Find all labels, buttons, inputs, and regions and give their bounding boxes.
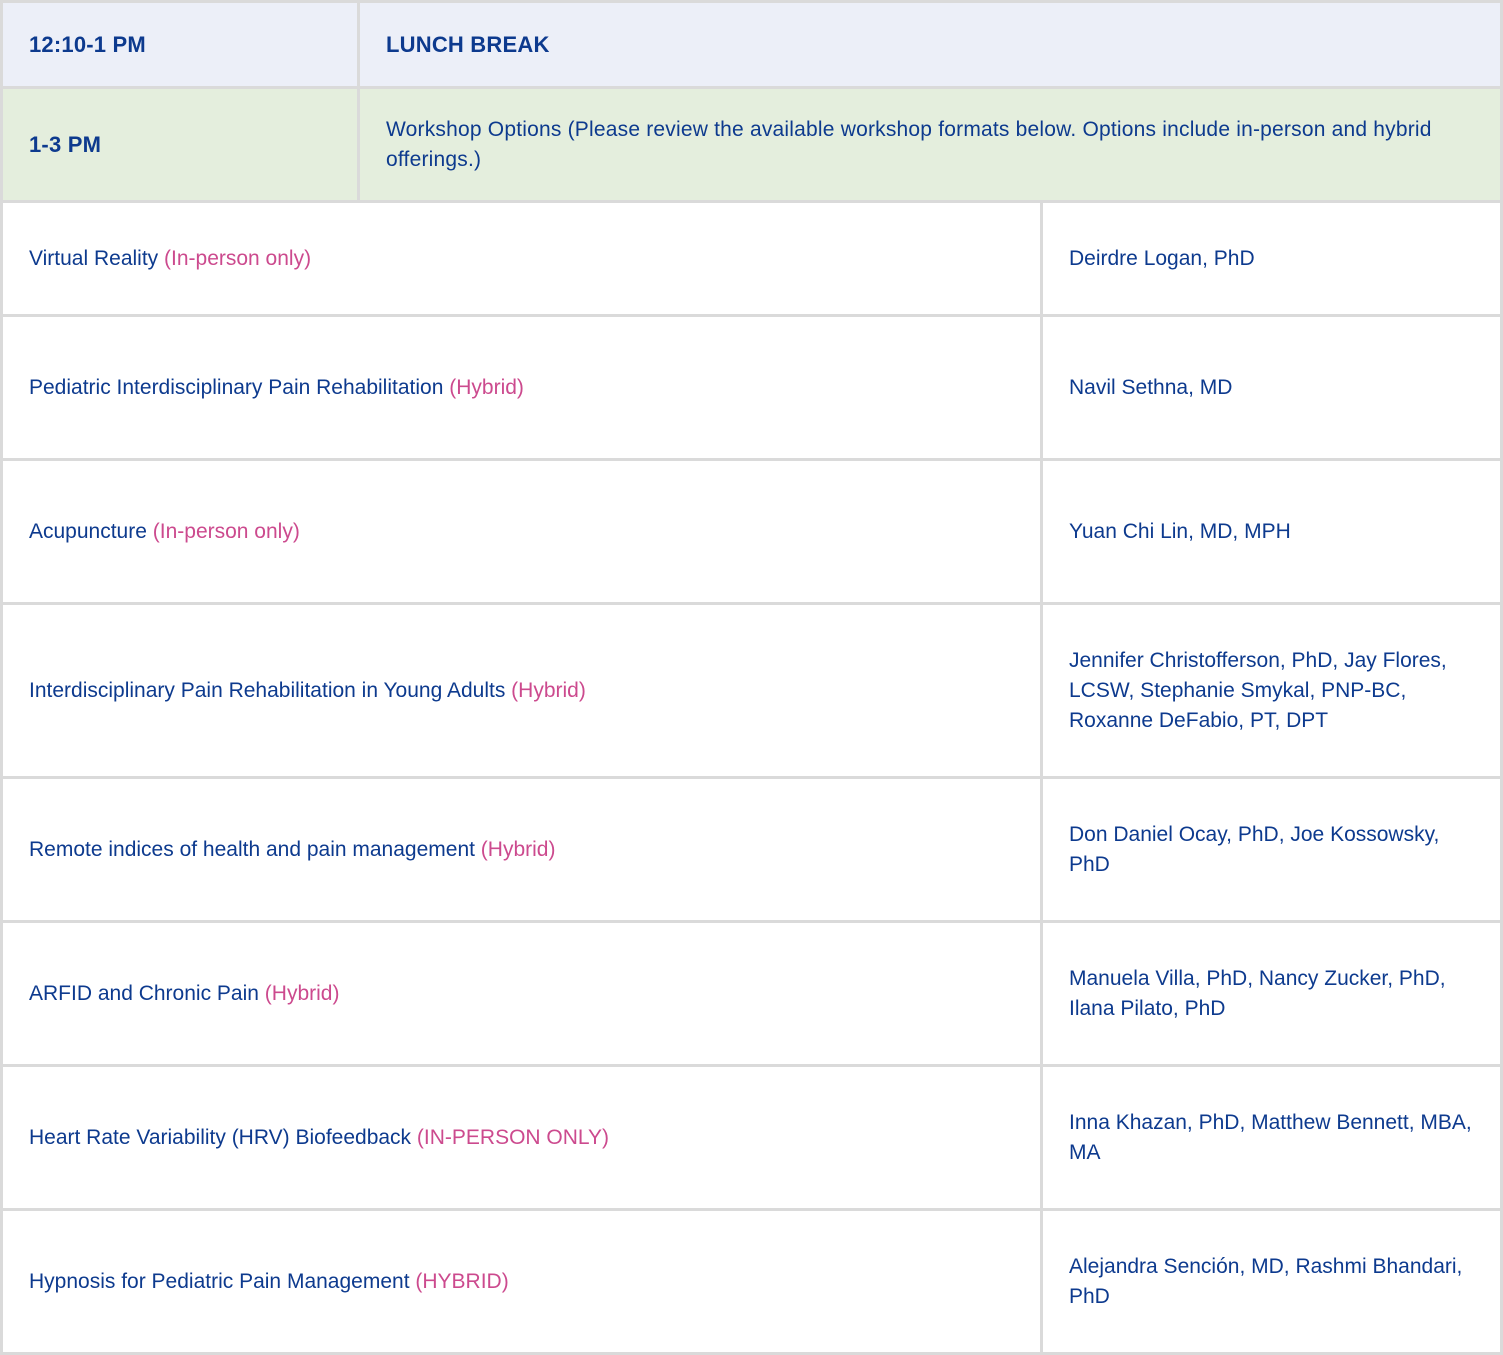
table-row: Heart Rate Variability (HRV) Biofeedback… (0, 1064, 1503, 1211)
workshop-topic: Pediatric Interdisciplinary Pain Rehabil… (0, 314, 1043, 461)
workshop-presenters: Inna Khazan, PhD, Matthew Bennett, MBA, … (1040, 1064, 1503, 1211)
table-row: Pediatric Interdisciplinary Pain Rehabil… (0, 314, 1503, 461)
table-row: Acupuncture (In-person only) Yuan Chi Li… (0, 458, 1503, 605)
workshop-topic: ARFID and Chronic Pain (Hybrid) (0, 920, 1043, 1067)
topic-title: ARFID and Chronic Pain (29, 981, 259, 1005)
topic-title: Virtual Reality (29, 246, 159, 270)
presenter-names: Deirdre Logan, PhD (1069, 246, 1255, 270)
lunch-row: 12:10-1 PM LUNCH BREAK (0, 0, 1503, 89)
topic-title: Pediatric Interdisciplinary Pain Rehabil… (29, 375, 444, 399)
format-tag: (IN-PERSON ONLY) (416, 1125, 610, 1149)
workshop-presenters: Yuan Chi Lin, MD, MPH (1040, 458, 1503, 605)
workshop-topic: Virtual Reality (In-person only) (0, 200, 1043, 317)
format-tag: (Hybrid) (264, 981, 340, 1005)
presenter-names: Don Daniel Ocay, PhD, Joe Kossowsky, PhD (1069, 822, 1440, 876)
workshop-topic: Acupuncture (In-person only) (0, 458, 1043, 605)
topic-title: Interdisciplinary Pain Rehabilitation in… (29, 678, 506, 702)
workshop-topic: Remote indices of health and pain manage… (0, 776, 1043, 923)
presenter-names: Yuan Chi Lin, MD, MPH (1069, 519, 1291, 543)
workshop-presenters: Alejandra Sención, MD, Rashmi Bhandari, … (1040, 1208, 1503, 1355)
format-tag: (Hybrid) (511, 678, 586, 702)
format-tag: (In-person only) (152, 519, 300, 543)
topic-title: Acupuncture (29, 519, 147, 543)
topic-title: Hypnosis for Pediatric Pain Management (29, 1269, 410, 1293)
workshop-time: 1-3 PM (0, 86, 360, 203)
table-row: Hypnosis for Pediatric Pain Management (… (0, 1208, 1503, 1355)
workshop-topic: Heart Rate Variability (HRV) Biofeedback… (0, 1064, 1043, 1211)
workshop-presenters: Navil Sethna, MD (1040, 314, 1503, 461)
presenter-names: Alejandra Sención, MD, Rashmi Bhandari, … (1069, 1254, 1463, 1308)
topic-title: Remote indices of health and pain manage… (29, 837, 475, 861)
schedule-table: 12:10-1 PM LUNCH BREAK 1-3 PM Workshop O… (0, 0, 1503, 1355)
topic-title: Heart Rate Variability (HRV) Biofeedback (29, 1125, 412, 1149)
lunch-time: 12:10-1 PM (0, 0, 360, 89)
workshop-presenters: Manuela Villa, PhD, Nancy Zucker, PhD, I… (1040, 920, 1503, 1067)
workshop-header-row: 1-3 PM Workshop Options (Please review t… (0, 86, 1503, 203)
table-row: Remote indices of health and pain manage… (0, 776, 1503, 923)
workshop-description: Workshop Options (Please review the avai… (357, 86, 1503, 203)
table-row: Virtual Reality (In-person only) Deirdre… (0, 200, 1503, 317)
table-row: ARFID and Chronic Pain (Hybrid) Manuela … (0, 920, 1503, 1067)
format-tag: (Hybrid) (480, 837, 556, 861)
format-tag: (HYBRID) (415, 1269, 509, 1293)
presenter-names: Inna Khazan, PhD, Matthew Bennett, MBA, … (1069, 1110, 1472, 1164)
workshop-topic: Hypnosis for Pediatric Pain Management (… (0, 1208, 1043, 1355)
format-tag: (Hybrid) (449, 375, 524, 399)
table-row: Interdisciplinary Pain Rehabilitation in… (0, 602, 1503, 779)
workshop-presenters: Don Daniel Ocay, PhD, Joe Kossowsky, PhD (1040, 776, 1503, 923)
presenter-names: Jennifer Christofferson, PhD, Jay Flores… (1069, 648, 1447, 732)
workshop-description-text: Workshop Options (Please review the avai… (386, 117, 1432, 171)
presenter-names: Manuela Villa, PhD, Nancy Zucker, PhD, I… (1069, 966, 1446, 1020)
format-tag: (In-person only) (164, 246, 312, 270)
workshop-topic: Interdisciplinary Pain Rehabilitation in… (0, 602, 1043, 779)
lunch-label: LUNCH BREAK (357, 0, 1503, 89)
workshop-presenters: Jennifer Christofferson, PhD, Jay Flores… (1040, 602, 1503, 779)
presenter-names: Navil Sethna, MD (1069, 375, 1233, 399)
workshop-presenters: Deirdre Logan, PhD (1040, 200, 1503, 317)
